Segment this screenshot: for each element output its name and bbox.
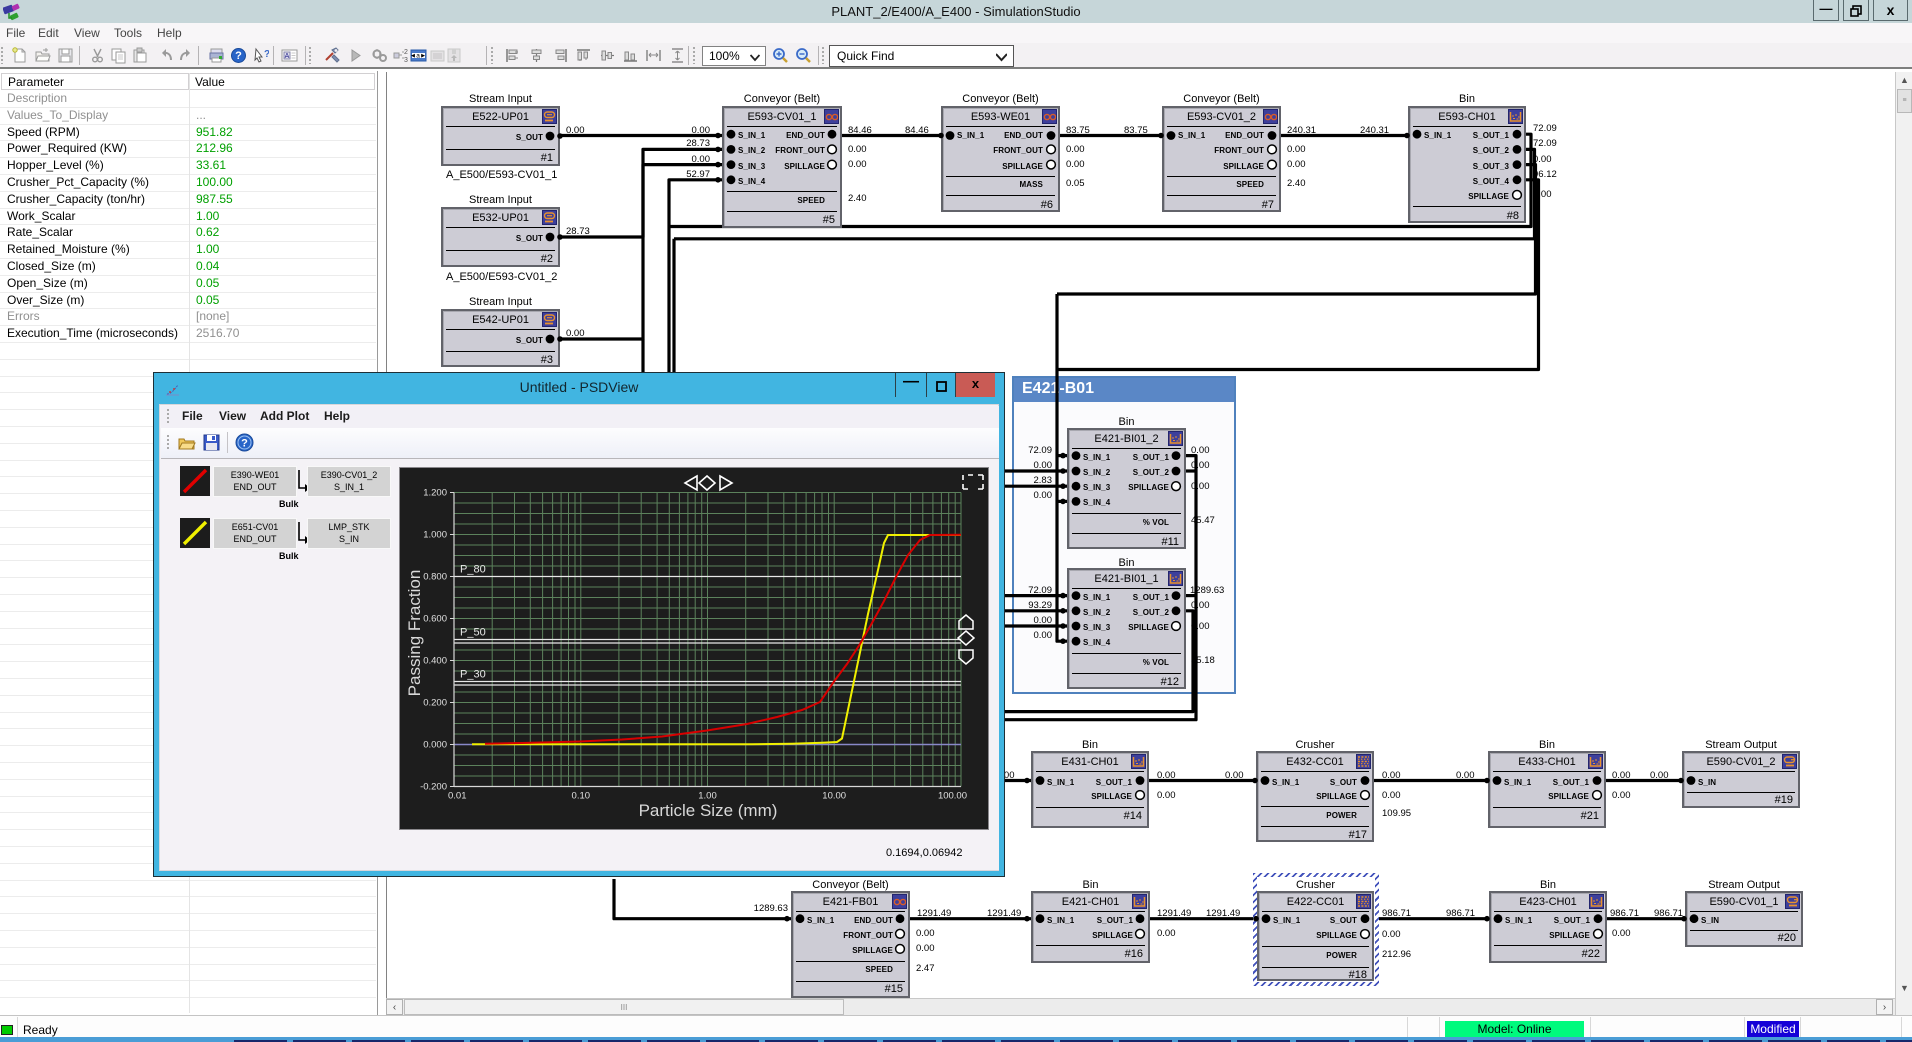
svg-text:-0.200: -0.200 [420, 782, 447, 793]
svg-text:P_30: P_30 [460, 669, 486, 681]
svg-text:0.600: 0.600 [423, 614, 447, 625]
svg-text:1.00: 1.00 [698, 791, 717, 802]
svg-text:P_50: P_50 [460, 627, 486, 639]
svg-text:?: ? [241, 438, 248, 450]
svg-text:0.01: 0.01 [448, 791, 467, 802]
svg-text:10.00: 10.00 [822, 791, 846, 802]
svg-text:0.200: 0.200 [423, 698, 447, 709]
svg-text:Passing Fraction: Passing Fraction [405, 570, 424, 697]
svg-text:100.00: 100.00 [938, 791, 967, 802]
svg-text:P_80: P_80 [460, 564, 486, 576]
svg-text:0.400: 0.400 [423, 656, 447, 667]
svg-text:0.800: 0.800 [423, 572, 447, 583]
svg-text:1.200: 1.200 [423, 488, 447, 499]
svg-text:1.000: 1.000 [423, 530, 447, 541]
svg-text:0.10: 0.10 [572, 791, 591, 802]
svg-text:0.000: 0.000 [423, 740, 447, 751]
svg-text:Particle Size (mm): Particle Size (mm) [639, 801, 778, 820]
